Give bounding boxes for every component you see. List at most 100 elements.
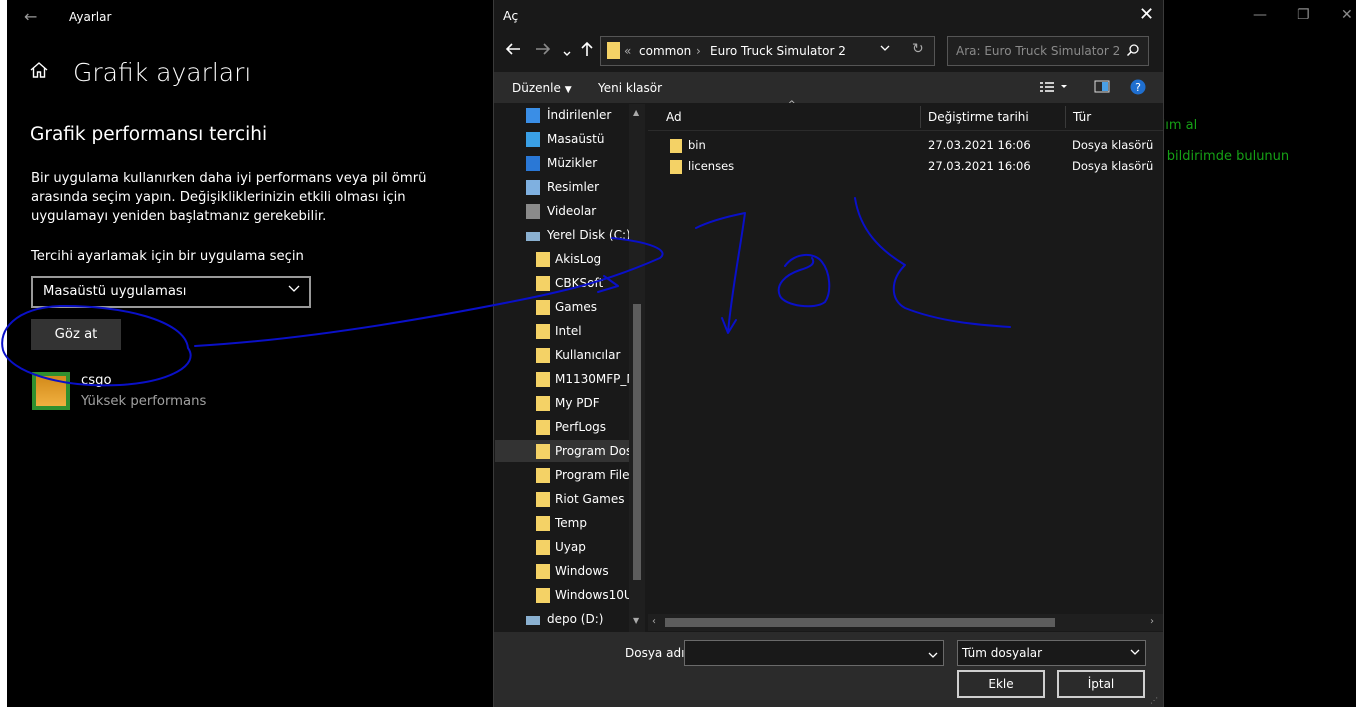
tree-item-label: AkisLog <box>555 252 602 266</box>
csgo-app-icon[interactable] <box>32 372 70 410</box>
file-list-scrollbar[interactable]: ‹ › <box>648 614 1163 631</box>
tree-item-label: Uyap <box>555 540 586 554</box>
dialog-title: Aç <box>503 8 519 23</box>
tree-scrollbar[interactable]: ▲ ▼ <box>629 104 645 632</box>
view-options-icon[interactable] <box>1039 80 1069 97</box>
folder-icon <box>670 139 682 153</box>
tree-item[interactable]: Kullanıcılar <box>495 344 629 366</box>
folder-icon <box>536 588 550 603</box>
browse-button[interactable]: Göz at <box>31 319 121 350</box>
tree-item[interactable]: PerfLogs <box>495 416 629 438</box>
app-name[interactable]: csgo <box>81 373 112 388</box>
tree-item[interactable]: AkisLog <box>495 248 629 270</box>
folder-icon <box>536 348 550 363</box>
tree-item[interactable]: Program Files <box>495 464 636 486</box>
filename-input[interactable] <box>684 640 944 666</box>
filename-label: Dosya adı: <box>625 646 689 660</box>
tree-item-label: Windows10Up <box>555 588 641 602</box>
column-divider[interactable] <box>1065 106 1066 128</box>
up-icon[interactable] <box>579 41 595 62</box>
open-button[interactable]: Ekle <box>957 670 1045 698</box>
tree-item[interactable]: Resimler <box>495 176 629 198</box>
tree-item[interactable]: Yerel Disk (C:) <box>495 224 631 246</box>
tree-item[interactable]: Temp <box>495 512 629 534</box>
app-preference: Yüksek performans <box>81 394 207 409</box>
cancel-button[interactable]: İptal <box>1057 670 1145 698</box>
organize-menu[interactable]: Düzenle ▼ <box>512 81 572 95</box>
column-type[interactable]: Tür <box>1073 110 1091 124</box>
tree-item[interactable]: Müzikler <box>495 152 629 174</box>
filetype-value: Tüm dosyalar <box>962 646 1043 660</box>
scroll-down-icon[interactable]: ▼ <box>633 616 639 625</box>
column-divider[interactable] <box>920 106 921 128</box>
tree-item[interactable]: M1130MFP_M <box>495 368 637 390</box>
tree-item[interactable]: Videolar <box>495 200 629 222</box>
sort-up-icon: ^ <box>788 100 796 110</box>
restore-icon[interactable]: ❐ <box>1297 7 1310 23</box>
tree-item[interactable]: Riot Games <box>495 488 629 510</box>
app-type-dropdown[interactable]: Masaüstü uygulaması <box>31 276 311 308</box>
breadcrumb-overflow[interactable]: « <box>624 44 631 58</box>
breadcrumb-separator: › <box>696 44 701 58</box>
recent-locations-icon[interactable] <box>562 44 572 64</box>
tree-item[interactable]: Program Dosy <box>495 440 639 462</box>
tree-item-label: Yerel Disk (C:) <box>547 228 631 242</box>
new-folder-button[interactable]: Yeni klasör <box>598 81 662 95</box>
tree-item-label: İndirilenler <box>547 108 612 122</box>
tree-item[interactable]: Uyap <box>495 536 629 558</box>
file-modified: 27.03.2021 16:06 <box>928 159 1031 173</box>
folder-icon <box>536 396 550 411</box>
tree-item-label: Program Files <box>555 468 636 482</box>
search-input[interactable]: Ara: Euro Truck Simulator 2 <box>947 36 1149 66</box>
chevron-down-icon <box>287 281 301 299</box>
address-dropdown-icon[interactable] <box>879 42 891 57</box>
tree-item-label: CBKSoft <box>555 276 604 290</box>
folder-icon <box>536 468 550 483</box>
folder-icon <box>536 564 550 579</box>
folder-icon <box>607 42 620 59</box>
chevron-down-icon <box>1129 646 1141 661</box>
left-edge-strip <box>0 0 7 707</box>
help-icon[interactable]: ? <box>1130 79 1146 98</box>
tree-item[interactable]: CBKSoft <box>495 272 629 294</box>
scroll-left-icon[interactable]: ‹ <box>652 616 656 627</box>
filetype-select[interactable]: Tüm dosyalar <box>957 640 1146 666</box>
chevron-down-icon[interactable] <box>927 646 939 665</box>
file-list-scrollbar-thumb[interactable] <box>665 618 1055 627</box>
back-icon[interactable] <box>505 41 521 62</box>
scroll-up-icon[interactable]: ▲ <box>633 108 639 117</box>
search-icon <box>1126 42 1140 61</box>
section-title: Grafik performansı tercihi <box>30 124 268 145</box>
folder-icon <box>536 276 550 291</box>
close-icon[interactable]: ✕ <box>1341 7 1353 23</box>
tree-item-label: Windows <box>555 564 609 578</box>
tree-item[interactable]: İndirilenler <box>495 104 629 126</box>
open-file-dialog: Aç ✕ « common › Euro Truck Simulator 2 ↻… <box>493 0 1164 707</box>
preview-pane-icon[interactable] <box>1094 80 1110 97</box>
page-title: Grafik ayarları <box>73 58 252 87</box>
column-name[interactable]: Ad <box>666 110 682 124</box>
folder-icon <box>536 324 550 339</box>
tree-item[interactable]: Games <box>495 296 629 318</box>
back-arrow-icon[interactable]: ← <box>24 7 37 26</box>
tree-item[interactable]: My PDF <box>495 392 629 414</box>
feedback-link[interactable]: i bildirimde bulunun <box>1159 149 1289 164</box>
breadcrumb-common[interactable]: common <box>639 44 691 58</box>
tree-item[interactable]: Windows <box>495 560 629 582</box>
scroll-right-icon[interactable]: › <box>1150 616 1154 627</box>
tree-item[interactable]: depo (D:) <box>495 608 629 630</box>
tree-item[interactable]: Windows10Up <box>495 584 640 606</box>
minimize-icon[interactable]: — <box>1253 7 1267 23</box>
breadcrumb-ets2[interactable]: Euro Truck Simulator 2 <box>710 44 846 58</box>
dialog-close-icon[interactable]: ✕ <box>1139 4 1154 25</box>
column-modified[interactable]: Değiştirme tarihi <box>928 110 1029 124</box>
tree-item[interactable]: Intel <box>495 320 629 342</box>
address-bar[interactable]: « common › Euro Truck Simulator 2 ↻ <box>600 36 935 66</box>
tree-item-label: Müzikler <box>547 156 598 170</box>
refresh-icon[interactable]: ↻ <box>912 41 924 57</box>
tree-item-label: PerfLogs <box>555 420 607 434</box>
tree-item[interactable]: Masaüstü <box>495 128 629 150</box>
tree-scrollbar-thumb[interactable] <box>633 304 641 580</box>
resize-grip-icon[interactable]: ⋰ <box>1150 696 1158 705</box>
forward-icon[interactable] <box>535 41 551 62</box>
